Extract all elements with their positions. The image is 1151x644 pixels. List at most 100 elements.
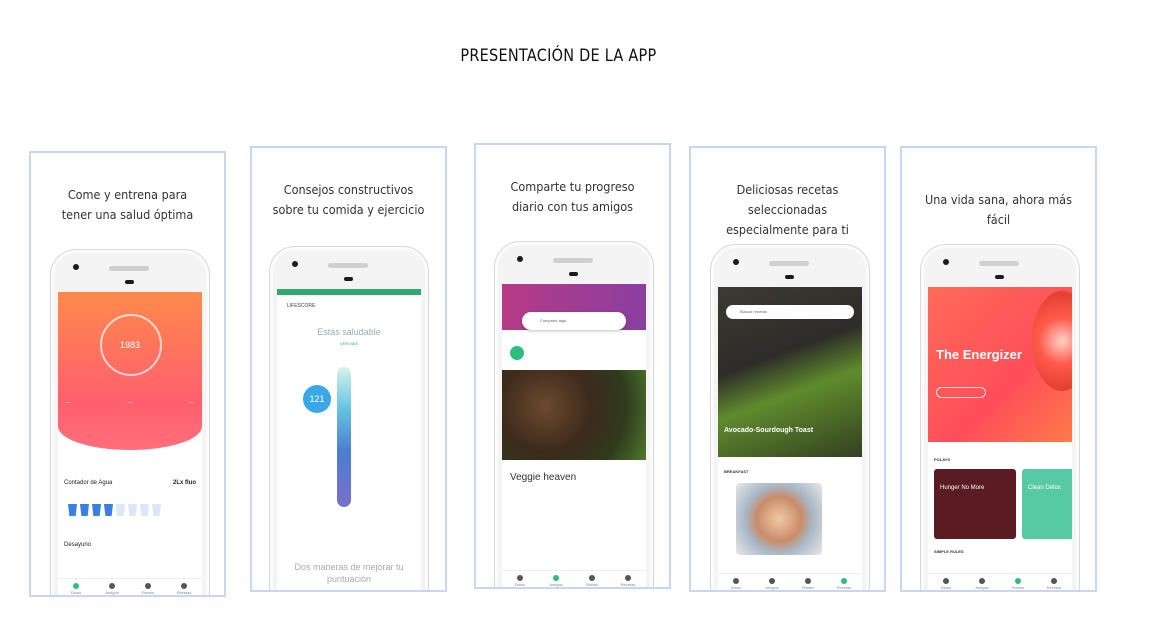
share-input[interactable]: Comparte algo xyxy=(522,312,626,330)
tab-diary[interactable]: Diario xyxy=(510,574,530,587)
section-label: BREAKFAST xyxy=(724,469,749,474)
panel-share: Comparte tu progreso diario con tus amig… xyxy=(474,143,671,589)
speaker-grille xyxy=(553,258,593,263)
friends-icon xyxy=(979,577,985,584)
tab-label: Planes xyxy=(801,584,815,590)
phone-mockup: Buscar recetas Avocado-Sourdough Toast B… xyxy=(710,244,870,590)
glass-icon[interactable] xyxy=(104,504,113,516)
plan-card[interactable]: Clean Detox xyxy=(1022,469,1072,539)
see-more-link[interactable]: VER MÁS xyxy=(277,341,421,346)
plan-card[interactable]: Hunger No More xyxy=(934,469,1016,539)
tab-bar: Diario Amigos Planes Recetas xyxy=(58,578,202,595)
tab-recipes[interactable]: Recetas xyxy=(618,574,638,587)
panel-advice: Consejos constructivos sobre tu comida y… xyxy=(250,146,447,592)
glass-icon[interactable] xyxy=(140,504,149,516)
caption-line: diario con tus amigos xyxy=(512,199,633,214)
recipe-card-image[interactable] xyxy=(736,483,822,555)
plans-icon xyxy=(805,577,811,584)
glass-icon[interactable] xyxy=(116,504,125,516)
camera-icon xyxy=(517,256,523,262)
panel-easy-life: Una vida sana, ahora más fácil The Energ… xyxy=(900,146,1097,592)
tab-diary[interactable]: Diario xyxy=(66,582,86,595)
glass-icon[interactable] xyxy=(68,504,77,516)
calorie-count: 1983 xyxy=(119,340,141,350)
tab-recipes[interactable]: Recetas xyxy=(1044,577,1064,590)
app-screen-recipes: Buscar recetas Avocado-Sourdough Toast B… xyxy=(718,287,862,590)
health-status: Estás saludable xyxy=(317,327,381,337)
caption-line: especialmente para ti xyxy=(726,222,849,237)
score-gauge xyxy=(337,367,351,507)
recipe-title[interactable]: Avocado-Sourdough Toast xyxy=(724,427,813,434)
calorie-hero: 1983 — — — xyxy=(58,292,202,450)
tab-plans[interactable]: Planes xyxy=(582,574,602,587)
water-counter-row[interactable]: Contador de Agua 2Lx fluo xyxy=(64,480,196,486)
phone-mockup: Comparte algo Veggie heaven Diario Amigo… xyxy=(494,241,654,587)
water-glasses[interactable] xyxy=(68,504,161,516)
tab-plans[interactable]: Planes xyxy=(798,577,818,590)
tab-label: Planes xyxy=(141,589,155,595)
caption-line: Deliciosas recetas seleccionadas xyxy=(736,182,839,217)
app-screen-lifescore: LIFESCORE Estás saludable VER MÁS 121 Do… xyxy=(277,289,421,590)
camera-icon xyxy=(73,264,79,270)
glass-icon[interactable] xyxy=(128,504,137,516)
speaker-grille xyxy=(979,261,1019,266)
tab-friends[interactable]: Amigos xyxy=(762,577,782,590)
panel-eat-train: Come y entrena para tener una salud ópti… xyxy=(29,151,226,597)
app-screen-plans: The Energizer POLAYS Hunger No More Clea… xyxy=(928,287,1072,590)
sensor xyxy=(995,275,1004,279)
panel-caption: Deliciosas recetas seleccionadas especia… xyxy=(701,180,875,240)
lifescore-header: LIFESCORE xyxy=(287,303,316,309)
app-screen-feed: Comparte algo Veggie heaven Diario Amigo… xyxy=(502,284,646,587)
camera-icon xyxy=(733,259,739,265)
tab-diary[interactable]: Diario xyxy=(936,577,956,590)
tab-label: Recetas xyxy=(176,589,192,595)
sensor xyxy=(785,275,794,279)
camera-icon xyxy=(292,261,298,267)
recipe-search-input[interactable]: Buscar recetas xyxy=(726,305,854,319)
panel-caption: Consejos constructivos sobre tu comida y… xyxy=(262,180,436,220)
water-value: 2Lx fluo xyxy=(172,480,196,486)
tab-friends[interactable]: Amigos xyxy=(546,574,566,587)
panel-caption: Una vida sana, ahora más fácil xyxy=(912,190,1086,230)
section-label: SIMPLE RULES xyxy=(934,549,964,554)
recipes-icon xyxy=(841,577,847,584)
diary-icon xyxy=(943,577,949,584)
recipes-icon xyxy=(625,574,631,581)
section-label: POLAYS xyxy=(934,457,951,462)
tab-diary[interactable]: Diario xyxy=(726,577,746,590)
caption-line: Consejos constructivos xyxy=(283,182,414,197)
tab-label: Diario xyxy=(514,581,526,587)
tip-line: Dos maneras de mejorar tu xyxy=(294,562,404,572)
glass-icon[interactable] xyxy=(152,504,161,516)
diary-icon xyxy=(73,582,79,589)
friends-icon xyxy=(109,582,115,589)
avatar[interactable] xyxy=(510,346,524,360)
sensor xyxy=(125,280,134,284)
tip-line: puntuación xyxy=(326,574,372,584)
plan-title: The Energizer xyxy=(936,347,1022,362)
improve-tip: Dos maneras de mejorar tu puntuación xyxy=(277,561,421,585)
phone-mockup: The Energizer POLAYS Hunger No More Clea… xyxy=(920,244,1080,590)
tab-friends[interactable]: Amigos xyxy=(972,577,992,590)
glass-icon[interactable] xyxy=(92,504,101,516)
tab-recipes[interactable]: Recetas xyxy=(174,582,194,595)
tab-label: Recetas xyxy=(1046,584,1062,590)
tab-label: Amigos xyxy=(765,584,779,590)
post-image xyxy=(502,370,646,460)
tab-plans[interactable]: Planes xyxy=(1008,577,1028,590)
post-title: Veggie heaven xyxy=(510,472,577,483)
tab-plans[interactable]: Planes xyxy=(138,582,158,595)
tab-recipes[interactable]: Recetas xyxy=(834,577,854,590)
speaker-grille xyxy=(769,261,809,266)
tab-label: Diario xyxy=(940,584,952,590)
tab-label: Recetas xyxy=(620,581,636,587)
plan-cta-button[interactable] xyxy=(936,387,986,398)
tab-label: Planes xyxy=(585,581,599,587)
plans-icon xyxy=(1015,577,1021,584)
caption-line: sobre tu comida y ejercicio xyxy=(272,202,425,217)
panel-caption: Come y entrena para tener una salud ópti… xyxy=(41,185,215,225)
tab-bar: Diario Amigos Planes Recetas xyxy=(502,570,646,587)
speaker-grille xyxy=(109,266,149,271)
glass-icon[interactable] xyxy=(80,504,89,516)
tab-friends[interactable]: Amigos xyxy=(102,582,122,595)
